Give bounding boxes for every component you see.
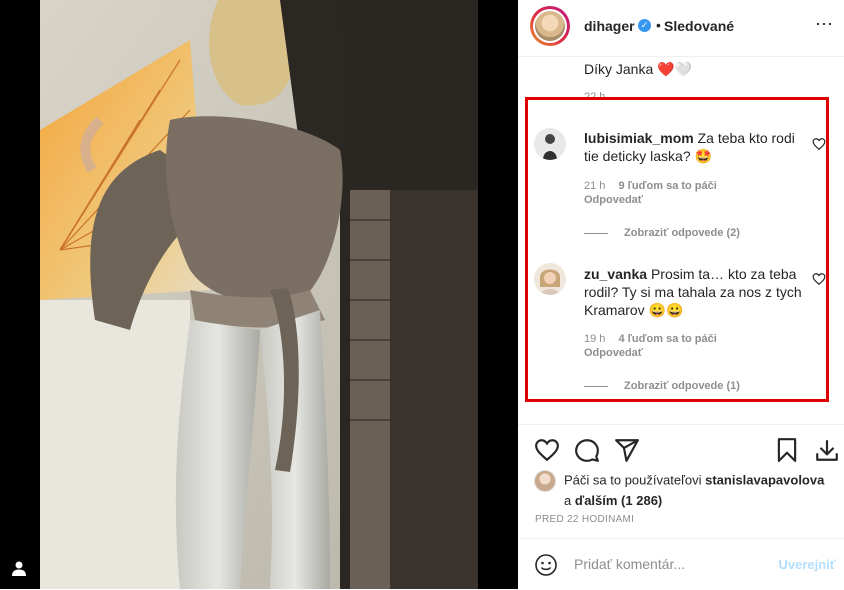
heart-icon[interactable] bbox=[534, 437, 560, 463]
comment-text: Díky Janka ❤️🤍 bbox=[584, 61, 693, 77]
download-icon[interactable] bbox=[814, 437, 840, 463]
more-horizontal-icon[interactable]: ⋯ bbox=[814, 14, 834, 34]
comments-list[interactable]: Díky Janka ❤️🤍 22 h lubisimiak_mom Za te… bbox=[518, 57, 844, 424]
comment-body: lubisimiak_mom Za teba kto rodi tie deti… bbox=[584, 129, 806, 165]
header-separator: • bbox=[656, 17, 661, 33]
post-header: dihager ✓ • Sledované ⋯ bbox=[518, 0, 844, 57]
comment-likes-count[interactable]: 9 ľuďom sa to páči bbox=[618, 180, 716, 192]
commenter-username[interactable]: zu_vanka bbox=[584, 266, 647, 282]
commenter-username[interactable]: lubisimiak_mom bbox=[584, 130, 694, 146]
reply-button[interactable]: Odpovedať bbox=[584, 194, 643, 206]
follow-status-button[interactable]: Sledované bbox=[664, 18, 734, 34]
commenter-avatar[interactable] bbox=[534, 128, 566, 160]
view-replies-button[interactable]: Zobraziť odpovede (1) bbox=[584, 380, 740, 392]
post-actions-bar bbox=[518, 424, 844, 469]
liker-username[interactable]: stanislavapavolova bbox=[705, 472, 824, 487]
author-avatar[interactable] bbox=[530, 6, 570, 46]
post-photo-pane[interactable] bbox=[0, 0, 518, 589]
post-comment-button[interactable]: Uverejniť bbox=[778, 557, 836, 572]
bookmark-icon[interactable] bbox=[774, 437, 800, 463]
view-replies-button[interactable]: Zobraziť odpovede (2) bbox=[584, 227, 740, 239]
emoji-icon[interactable] bbox=[534, 553, 558, 577]
comment-time: 19 h bbox=[584, 333, 606, 345]
post-photo[interactable] bbox=[40, 0, 478, 589]
others-likes-link[interactable]: ďalším (1 286) bbox=[575, 493, 662, 508]
user-tag-icon[interactable] bbox=[10, 559, 28, 577]
add-comment-bar: Uverejniť bbox=[518, 538, 844, 590]
reply-button[interactable]: Odpovedať bbox=[584, 347, 643, 359]
likes-prefix: Páči sa to používateľovi bbox=[564, 472, 702, 488]
divider-line bbox=[584, 232, 608, 234]
commenter-avatar[interactable] bbox=[534, 263, 566, 295]
comment-input[interactable] bbox=[574, 553, 774, 575]
post-sidebar: dihager ✓ • Sledované ⋯ Díky Janka ❤️🤍 2… bbox=[518, 0, 844, 589]
verified-badge-icon: ✓ bbox=[638, 19, 651, 32]
likes-and: a bbox=[564, 493, 572, 508]
comment-time: 22 h bbox=[584, 91, 606, 103]
likes-summary: Páči sa to používateľovi stanislavapavol… bbox=[534, 470, 834, 510]
liker-avatar[interactable] bbox=[534, 470, 556, 492]
comment-time: 21 h bbox=[584, 180, 606, 192]
comment-like-heart-icon[interactable] bbox=[812, 137, 826, 151]
author-username[interactable]: dihager bbox=[584, 18, 635, 34]
comment-meta: 19 h 4 ľuďom sa to páči bbox=[584, 333, 717, 345]
comment-like-heart-icon[interactable] bbox=[812, 272, 826, 286]
post-timestamp[interactable]: PRED 22 HODINAMI bbox=[535, 514, 634, 525]
comment-body: zu_vanka Prosim ta… kto za teba rodil? T… bbox=[584, 265, 806, 319]
comment-likes-count[interactable]: 4 ľuďom sa to páči bbox=[618, 333, 716, 345]
paper-plane-icon[interactable] bbox=[614, 437, 640, 463]
comment-icon[interactable] bbox=[574, 437, 600, 463]
divider-line bbox=[584, 385, 608, 387]
comment-meta: 21 h 9 ľuďom sa to páči bbox=[584, 180, 717, 192]
